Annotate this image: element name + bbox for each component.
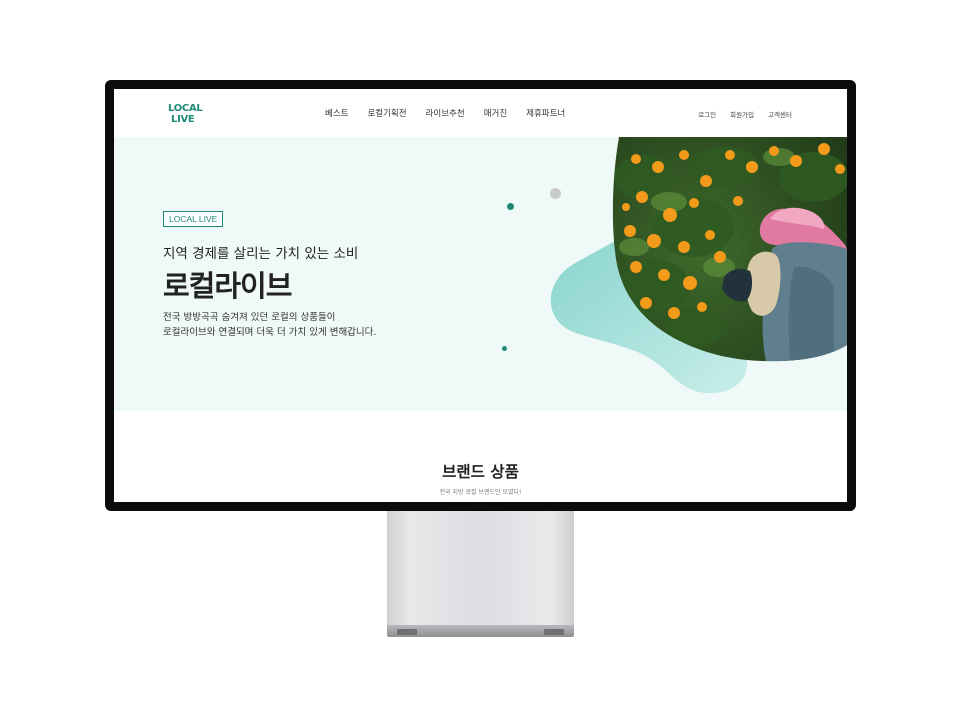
hero-description: 전국 방방곡곡 숨겨져 있던 로컬의 상품들이 로컬라이브와 연결되며 더욱 더… [163, 310, 376, 340]
orange-harvest-photo [550, 137, 847, 394]
hero-desc-line-2: 로컬라이브와 연결되며 더욱 더 가치 있게 변해갑니다. [163, 327, 377, 338]
main-nav: 베스트 로컬기획전 라이브추천 매거진 제휴파트너 [325, 107, 565, 119]
hero-desc-line-1: 전국 방방곡곡 숨겨져 있던 로컬의 상품들이 [163, 312, 336, 323]
signup-link[interactable]: 회원가입 [730, 109, 754, 119]
nav-magazine[interactable]: 매거진 [484, 107, 507, 119]
brand-section-title: 브랜드 상품 [442, 463, 519, 481]
nav-local-exhibition[interactable]: 로컬기획전 [367, 107, 406, 119]
utility-links: 로그인 회원가입 고객센터 [698, 109, 792, 119]
hero-banner: LOCAL LIVE 지역 경제를 살리는 가치 있는 소비 로컬라이브 전국 … [114, 137, 847, 411]
brand-section-subtitle: 전국 지방 로컬 브랜드만 모였다! [439, 489, 522, 496]
site-header: LOCAL LIVE 베스트 로컬기획전 라이브추천 매거진 제휴파트너 로그인… [114, 89, 847, 137]
nav-best[interactable]: 베스트 [325, 107, 348, 119]
logo-line-2: LIVE [171, 114, 195, 125]
monitor-stand-base [387, 625, 574, 637]
website-screen: LOCAL LIVE 베스트 로컬기획전 라이브추천 매거진 제휴파트너 로그인… [114, 89, 847, 502]
login-link[interactable]: 로그인 [698, 109, 716, 119]
monitor-frame: LOCAL LIVE 베스트 로컬기획전 라이브추천 매거진 제휴파트너 로그인… [105, 80, 856, 511]
support-link[interactable]: 고객센터 [768, 109, 792, 119]
hero-badge: LOCAL LIVE [163, 211, 224, 227]
site-logo[interactable]: LOCAL LIVE [168, 103, 203, 129]
logo-line-1: LOCAL [168, 103, 203, 114]
hero-subhead: 지역 경제를 살리는 가치 있는 소비 [163, 246, 359, 262]
nav-partners[interactable]: 제휴파트너 [526, 107, 565, 119]
decor-dot-teal [507, 203, 514, 210]
monitor-stand [387, 511, 574, 625]
nav-live-recommend[interactable]: 라이브추천 [426, 107, 465, 119]
decor-dot-small [502, 346, 507, 351]
hero-headline: 로컬라이브 [163, 269, 292, 303]
